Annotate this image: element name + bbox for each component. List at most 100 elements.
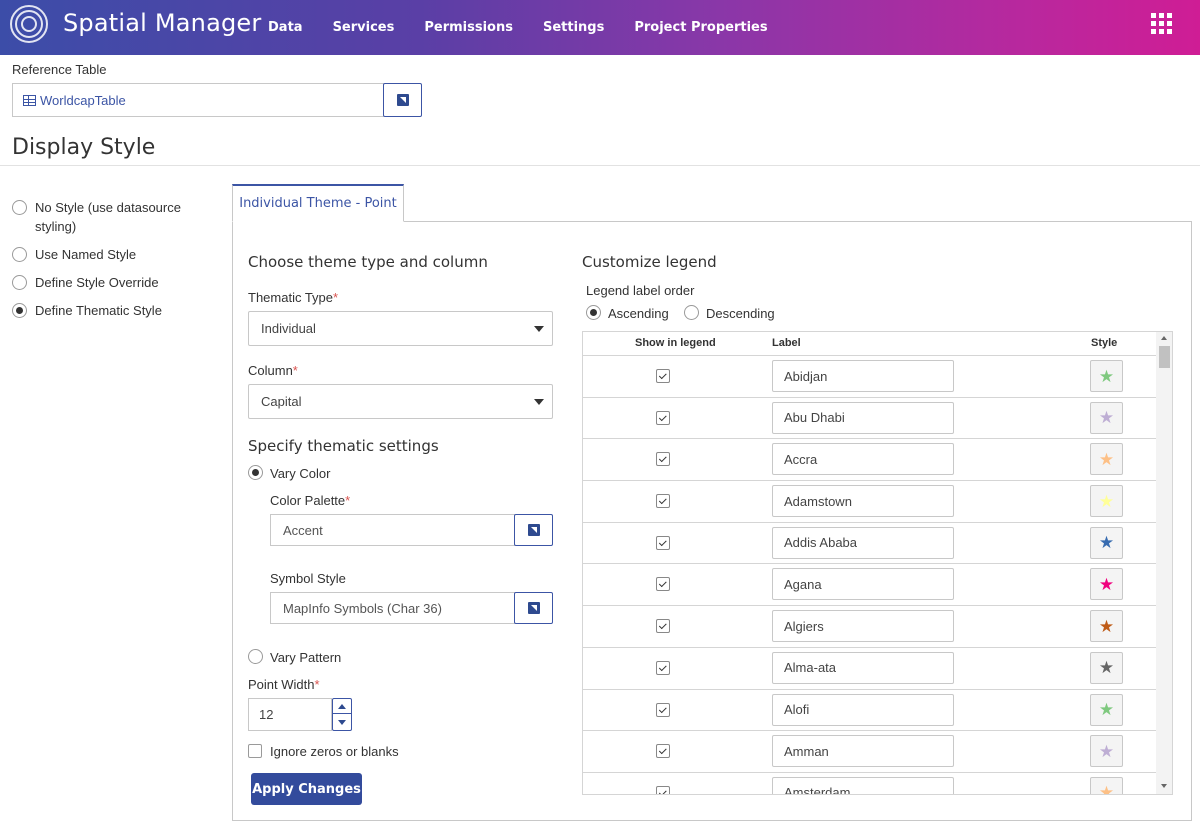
- top-bar: Spatial Manager Data Services Permission…: [0, 0, 1200, 55]
- color-palette-field[interactable]: Accent: [270, 514, 515, 546]
- app-grid-icon[interactable]: [1151, 13, 1172, 34]
- color-palette-pick-button[interactable]: [514, 514, 553, 546]
- symbol-style-field[interactable]: MapInfo Symbols (Char 36): [270, 592, 515, 624]
- tab-individual-theme-point[interactable]: Individual Theme - Point: [232, 184, 404, 222]
- point-width-input[interactable]: 12: [248, 698, 332, 731]
- decrement-icon[interactable]: [333, 715, 351, 730]
- table-row: Addis Ababa ★: [583, 523, 1156, 565]
- legend-table: Show in legend Label Style Abidjan ★ Abu D…: [582, 331, 1173, 795]
- table-row: Algiers ★: [583, 606, 1156, 648]
- show-in-legend-checkbox[interactable]: [656, 494, 670, 509]
- symbol-style-pick-button[interactable]: [514, 592, 553, 624]
- show-in-legend-checkbox[interactable]: [656, 660, 670, 675]
- radio-ascending[interactable]: [586, 305, 601, 320]
- nav-settings[interactable]: Settings: [543, 20, 604, 35]
- option-label: Define Thematic Style: [35, 303, 162, 318]
- nav-data[interactable]: Data: [268, 20, 303, 35]
- show-in-legend-checkbox[interactable]: [656, 369, 670, 383]
- legend-scrollbar[interactable]: [1156, 332, 1172, 794]
- ignore-zeros-checkbox[interactable]: [248, 744, 262, 758]
- radio-no-style[interactable]: [12, 200, 27, 215]
- option-style-override[interactable]: Define Style Override: [12, 273, 212, 292]
- radio-descending[interactable]: [684, 305, 699, 320]
- star-icon[interactable]: ★: [1090, 651, 1123, 684]
- scroll-down-icon[interactable]: [1161, 784, 1167, 788]
- legend-label-input[interactable]: Alma-ata: [772, 651, 954, 684]
- column-select[interactable]: Capital: [248, 384, 553, 419]
- legend-label-input[interactable]: Abu Dhabi: [772, 401, 954, 434]
- legend-label-input[interactable]: Adamstown: [772, 485, 954, 518]
- show-in-legend-checkbox[interactable]: [656, 452, 670, 467]
- table-row: Alma-ata ★: [583, 648, 1156, 690]
- thematic-type-label: Thematic Type*: [248, 290, 339, 305]
- nav-services[interactable]: Services: [333, 20, 395, 35]
- option-label: Use Named Style: [35, 247, 137, 262]
- reference-table-label: Reference Table: [12, 62, 107, 77]
- logo-icon[interactable]: [10, 5, 48, 43]
- star-icon[interactable]: ★: [1090, 485, 1123, 518]
- table-row: Alofi ★: [583, 690, 1156, 732]
- show-in-legend-checkbox[interactable]: [656, 535, 670, 550]
- star-icon[interactable]: ★: [1090, 443, 1123, 476]
- radio-style-override[interactable]: [12, 275, 27, 290]
- legend-label-input[interactable]: Agana: [772, 568, 954, 601]
- star-icon[interactable]: ★: [1090, 568, 1123, 601]
- star-icon[interactable]: ★: [1090, 526, 1123, 559]
- show-in-legend-checkbox[interactable]: [656, 702, 670, 717]
- radio-vary-pattern[interactable]: [248, 649, 263, 664]
- open-picker-icon: [396, 94, 409, 106]
- col-style: Style: [1091, 337, 1118, 349]
- show-in-legend-checkbox[interactable]: [656, 785, 670, 794]
- legend-label-input[interactable]: Accra: [772, 443, 954, 476]
- star-icon[interactable]: ★: [1090, 610, 1123, 643]
- table-row: Amman ★: [583, 731, 1156, 773]
- nav-project-properties[interactable]: Project Properties: [634, 20, 767, 35]
- show-in-legend-checkbox[interactable]: [656, 577, 670, 592]
- reference-table-pick-button[interactable]: [383, 83, 422, 117]
- display-style-title: Display Style: [12, 135, 156, 160]
- ignore-zeros-label: Ignore zeros or blanks: [270, 744, 399, 759]
- legend-label-input[interactable]: Addis Ababa: [772, 526, 954, 559]
- legend-rows: Abidjan ★ Abu Dhabi ★ Accra ★ Adamstown ★ Addis …: [583, 356, 1156, 794]
- radio-named-style[interactable]: [12, 247, 27, 262]
- legend-label-input[interactable]: Amsterdam: [772, 776, 954, 794]
- increment-icon[interactable]: [333, 699, 351, 714]
- legend-label-input[interactable]: Algiers: [772, 610, 954, 643]
- thematic-type-value: Individual: [261, 321, 316, 336]
- star-icon[interactable]: ★: [1090, 693, 1123, 726]
- reference-table-value[interactable]: WorldcapTable: [40, 93, 126, 108]
- legend-label-input[interactable]: Amman: [772, 735, 954, 768]
- table-icon: [23, 94, 36, 106]
- star-icon[interactable]: ★: [1090, 360, 1123, 392]
- show-in-legend-checkbox[interactable]: [656, 410, 670, 425]
- nav-permissions[interactable]: Permissions: [424, 20, 513, 35]
- legend-order-label: Legend label order: [586, 283, 695, 298]
- star-icon[interactable]: ★: [1090, 776, 1123, 794]
- main-nav: Data Services Permissions Settings Proje…: [268, 0, 798, 55]
- option-label: No Style (use datasource styling): [35, 200, 181, 234]
- option-no-style[interactable]: No Style (use datasource styling): [12, 198, 212, 236]
- show-in-legend-checkbox[interactable]: [656, 619, 670, 634]
- open-picker-icon: [527, 602, 540, 614]
- theme-heading: Choose theme type and column: [248, 253, 488, 271]
- option-named-style[interactable]: Use Named Style: [12, 245, 212, 264]
- option-thematic-style[interactable]: Define Thematic Style: [12, 301, 212, 320]
- radio-thematic-style[interactable]: [12, 303, 27, 318]
- vary-color-label: Vary Color: [270, 466, 331, 481]
- apply-changes-button[interactable]: Apply Changes: [251, 773, 362, 805]
- reference-table-field[interactable]: WorldcapTable: [12, 83, 384, 117]
- legend-label-input[interactable]: Alofi: [772, 693, 954, 726]
- point-width-stepper[interactable]: [332, 698, 352, 731]
- point-width-label: Point Width*: [248, 677, 320, 692]
- scroll-up-icon[interactable]: [1161, 336, 1167, 340]
- app-title[interactable]: Spatial Manager: [63, 9, 261, 37]
- star-icon[interactable]: ★: [1090, 401, 1123, 434]
- legend-table-header: Show in legend Label Style: [583, 332, 1156, 356]
- star-icon[interactable]: ★: [1090, 735, 1123, 768]
- show-in-legend-checkbox[interactable]: [656, 744, 670, 759]
- scroll-thumb[interactable]: [1159, 346, 1170, 368]
- caret-down-icon: [534, 399, 544, 405]
- radio-vary-color[interactable]: [248, 465, 263, 480]
- legend-label-input[interactable]: Abidjan: [772, 360, 954, 392]
- thematic-type-select[interactable]: Individual: [248, 311, 553, 346]
